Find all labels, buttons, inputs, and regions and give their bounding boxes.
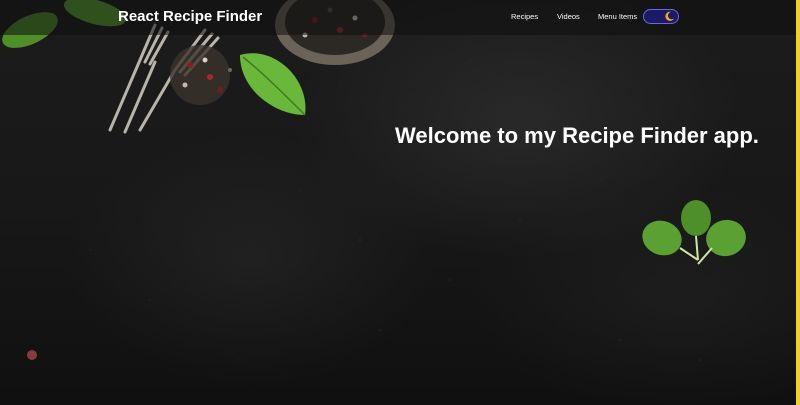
- spinach-leaves-image: [642, 200, 746, 265]
- page-edge-accent: [796, 0, 800, 405]
- nav-link-videos[interactable]: Videos: [557, 12, 580, 21]
- theme-toggle[interactable]: [643, 9, 679, 24]
- nav-link-recipes[interactable]: Recipes: [511, 12, 538, 21]
- brand-title[interactable]: React Recipe Finder: [118, 8, 262, 25]
- nav-link-menu-items[interactable]: Menu Items: [598, 12, 637, 21]
- welcome-heading: Welcome to my Recipe Finder app.: [395, 123, 759, 148]
- navbar: React Recipe Finder Recipes Videos Menu …: [0, 0, 796, 35]
- moon-icon: [665, 11, 675, 21]
- peppercorn-image: [27, 350, 37, 360]
